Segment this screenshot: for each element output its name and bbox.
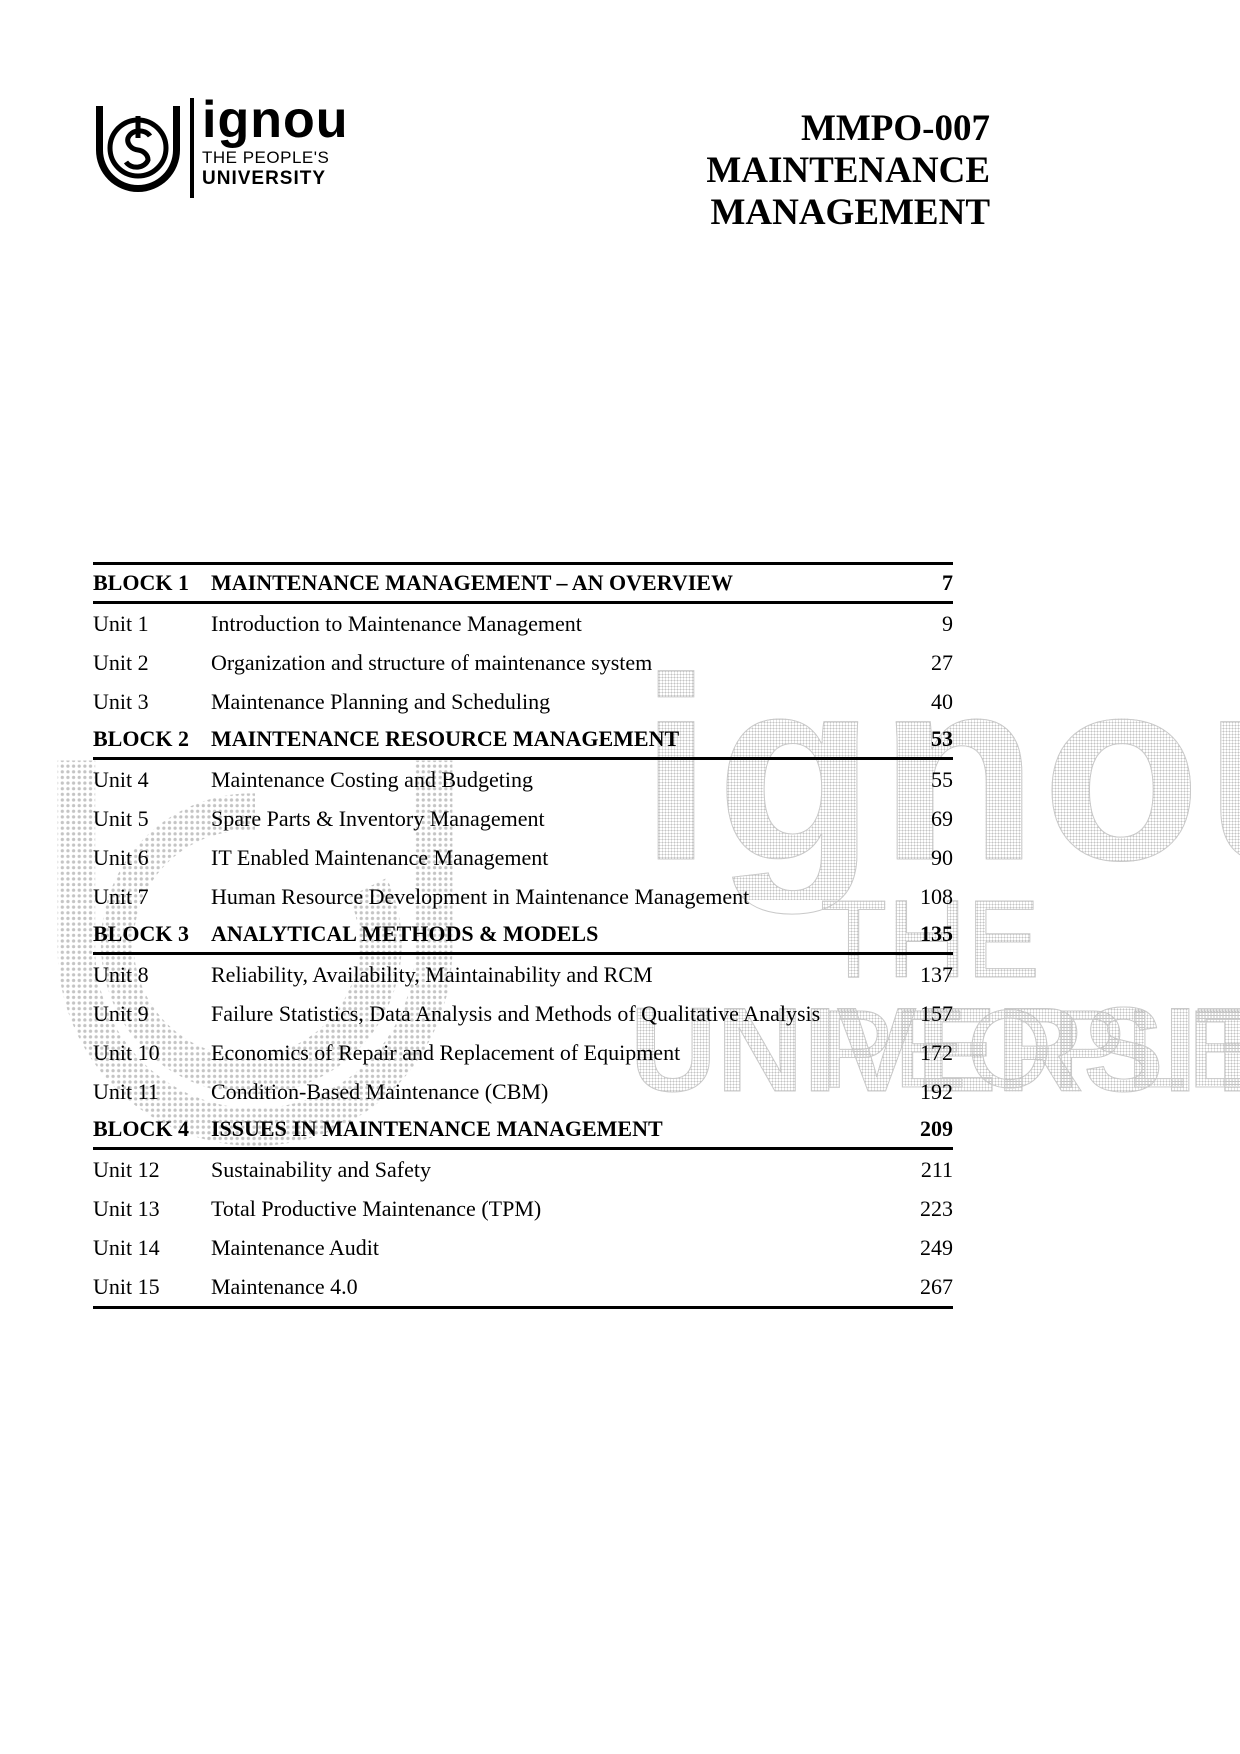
unit-row: Unit 3 Maintenance Planning and Schedulin…: [93, 682, 953, 721]
unit-row: Unit 10 Economics of Repair and Replaceme…: [93, 1033, 953, 1072]
block-title: ISSUES IN MAINTENANCE MANAGEMENT: [211, 1116, 663, 1141]
block-heading: BLOCK 2 MAINTENANCE RESOURCE MANAGEMENT 53: [93, 721, 953, 760]
logo-divider: [190, 98, 194, 198]
unit-page-number: 137: [920, 962, 953, 987]
unit-label: Unit 11: [93, 1079, 159, 1104]
block-heading: BLOCK 3 ANALYTICAL METHODS & MODELS 135: [93, 916, 953, 955]
unit-row: Unit 13 Total Productive Maintenance (TPM…: [93, 1189, 953, 1228]
course-title: MMPO-007 MAINTENANCE MANAGEMENT: [706, 108, 990, 234]
unit-row: Unit 15 Maintenance 4.0 267: [93, 1267, 953, 1306]
unit-label: Unit 4: [93, 767, 149, 792]
block-page-number: 7: [942, 570, 953, 595]
unit-page-number: 172: [920, 1040, 953, 1065]
unit-title: Human Resource Development in Maintenanc…: [211, 884, 750, 909]
unit-page-number: 192: [920, 1079, 953, 1104]
unit-row: Unit 9 Failure Statistics, Data Analysis …: [93, 994, 953, 1033]
unit-title: Reliability, Availability, Maintainabili…: [211, 962, 653, 987]
block-title: ANALYTICAL METHODS & MODELS: [211, 921, 599, 946]
unit-label: Unit 10: [93, 1040, 160, 1065]
unit-label: Unit 5: [93, 806, 149, 831]
unit-page-number: 108: [920, 884, 953, 909]
logo-subline: UNIVERSITY: [202, 168, 327, 189]
unit-page-number: 157: [920, 1001, 953, 1026]
unit-title: Condition-Based Maintenance (CBM): [211, 1079, 549, 1104]
logo-wordmark: ignou: [202, 91, 349, 149]
unit-label: Unit 2: [93, 650, 149, 675]
unit-title: Maintenance 4.0: [211, 1274, 358, 1299]
ignou-emblem-icon: [96, 106, 180, 192]
unit-title: Sustainability and Safety: [211, 1157, 431, 1182]
unit-page-number: 40: [931, 689, 953, 714]
unit-page-number: 9: [942, 611, 953, 636]
unit-label: Unit 13: [93, 1196, 160, 1221]
course-title-line1: MAINTENANCE: [706, 150, 990, 191]
ignou-logo: ignou THE PEOPLE'S UNIVERSITY: [92, 91, 349, 198]
unit-label: Unit 8: [93, 962, 149, 987]
unit-row: Unit 4 Maintenance Costing and Budgeting 5…: [93, 760, 953, 799]
block-page-number: 135: [920, 921, 953, 946]
unit-row: Unit 2 Organization and structure of main…: [93, 643, 953, 682]
unit-page-number: 27: [931, 650, 953, 675]
block-label: BLOCK 4: [93, 1116, 189, 1141]
unit-label: Unit 6: [93, 845, 149, 870]
unit-label: Unit 12: [93, 1157, 160, 1182]
unit-title: Maintenance Costing and Budgeting: [211, 767, 533, 792]
unit-page-number: 249: [920, 1235, 953, 1260]
unit-title: Failure Statistics, Data Analysis and Me…: [211, 1001, 821, 1026]
block-heading: BLOCK 1 MAINTENANCE MANAGEMENT – AN OVERV…: [93, 562, 953, 604]
toc-bottom-rule: [93, 1306, 953, 1309]
unit-title: Maintenance Planning and Scheduling: [211, 689, 551, 714]
unit-page-number: 267: [920, 1274, 953, 1299]
unit-label: Unit 1: [93, 611, 149, 636]
unit-row: Unit 11 Condition-Based Maintenance (CBM)…: [93, 1072, 953, 1111]
block-page-number: 53: [931, 726, 953, 751]
logo-tagline: THE PEOPLE'S: [202, 148, 330, 167]
unit-label: Unit 14: [93, 1235, 160, 1260]
block-title: MAINTENANCE RESOURCE MANAGEMENT: [211, 726, 680, 751]
unit-title: Spare Parts & Inventory Management: [211, 806, 545, 831]
unit-title: Introduction to Maintenance Management: [211, 611, 582, 636]
unit-title: Maintenance Audit: [211, 1235, 380, 1260]
unit-title: Organization and structure of maintenanc…: [211, 650, 653, 675]
table-of-contents: BLOCK 1 MAINTENANCE MANAGEMENT – AN OVERV…: [93, 562, 953, 1309]
unit-page-number: 69: [931, 806, 953, 831]
unit-row: Unit 7 Human Resource Development in Main…: [93, 877, 953, 916]
unit-row: Unit 8 Reliability, Availability, Maintai…: [93, 955, 953, 994]
block-heading: BLOCK 4 ISSUES IN MAINTENANCE MANAGEMENT 2…: [93, 1111, 953, 1150]
unit-title: Economics of Repair and Replacement of E…: [211, 1040, 681, 1065]
unit-label: Unit 9: [93, 1001, 149, 1026]
unit-row: Unit 12 Sustainability and Safety 211: [93, 1150, 953, 1189]
unit-row: Unit 6 IT Enabled Maintenance Management 9…: [93, 838, 953, 877]
block-label: BLOCK 3: [93, 921, 189, 946]
unit-page-number: 55: [931, 767, 953, 792]
block-label: BLOCK 2: [93, 726, 189, 751]
unit-row: Unit 5 Spare Parts & Inventory Management…: [93, 799, 953, 838]
block-label: BLOCK 1: [93, 570, 189, 595]
course-title-line2: MANAGEMENT: [710, 192, 990, 233]
unit-title: Total Productive Maintenance (TPM): [211, 1196, 542, 1221]
unit-label: Unit 15: [93, 1274, 160, 1299]
unit-row: Unit 1 Introduction to Maintenance Manage…: [93, 604, 953, 643]
unit-page-number: 90: [931, 845, 953, 870]
unit-page-number: 223: [920, 1196, 953, 1221]
course-code: MMPO-007: [800, 108, 990, 149]
unit-label: Unit 3: [93, 689, 149, 714]
unit-label: Unit 7: [93, 884, 149, 909]
unit-row: Unit 14 Maintenance Audit 249: [93, 1228, 953, 1267]
block-page-number: 209: [920, 1116, 953, 1141]
unit-title: IT Enabled Maintenance Management: [211, 845, 549, 870]
unit-page-number: 211: [920, 1157, 953, 1182]
block-title: MAINTENANCE MANAGEMENT – AN OVERVIEW: [211, 570, 733, 595]
